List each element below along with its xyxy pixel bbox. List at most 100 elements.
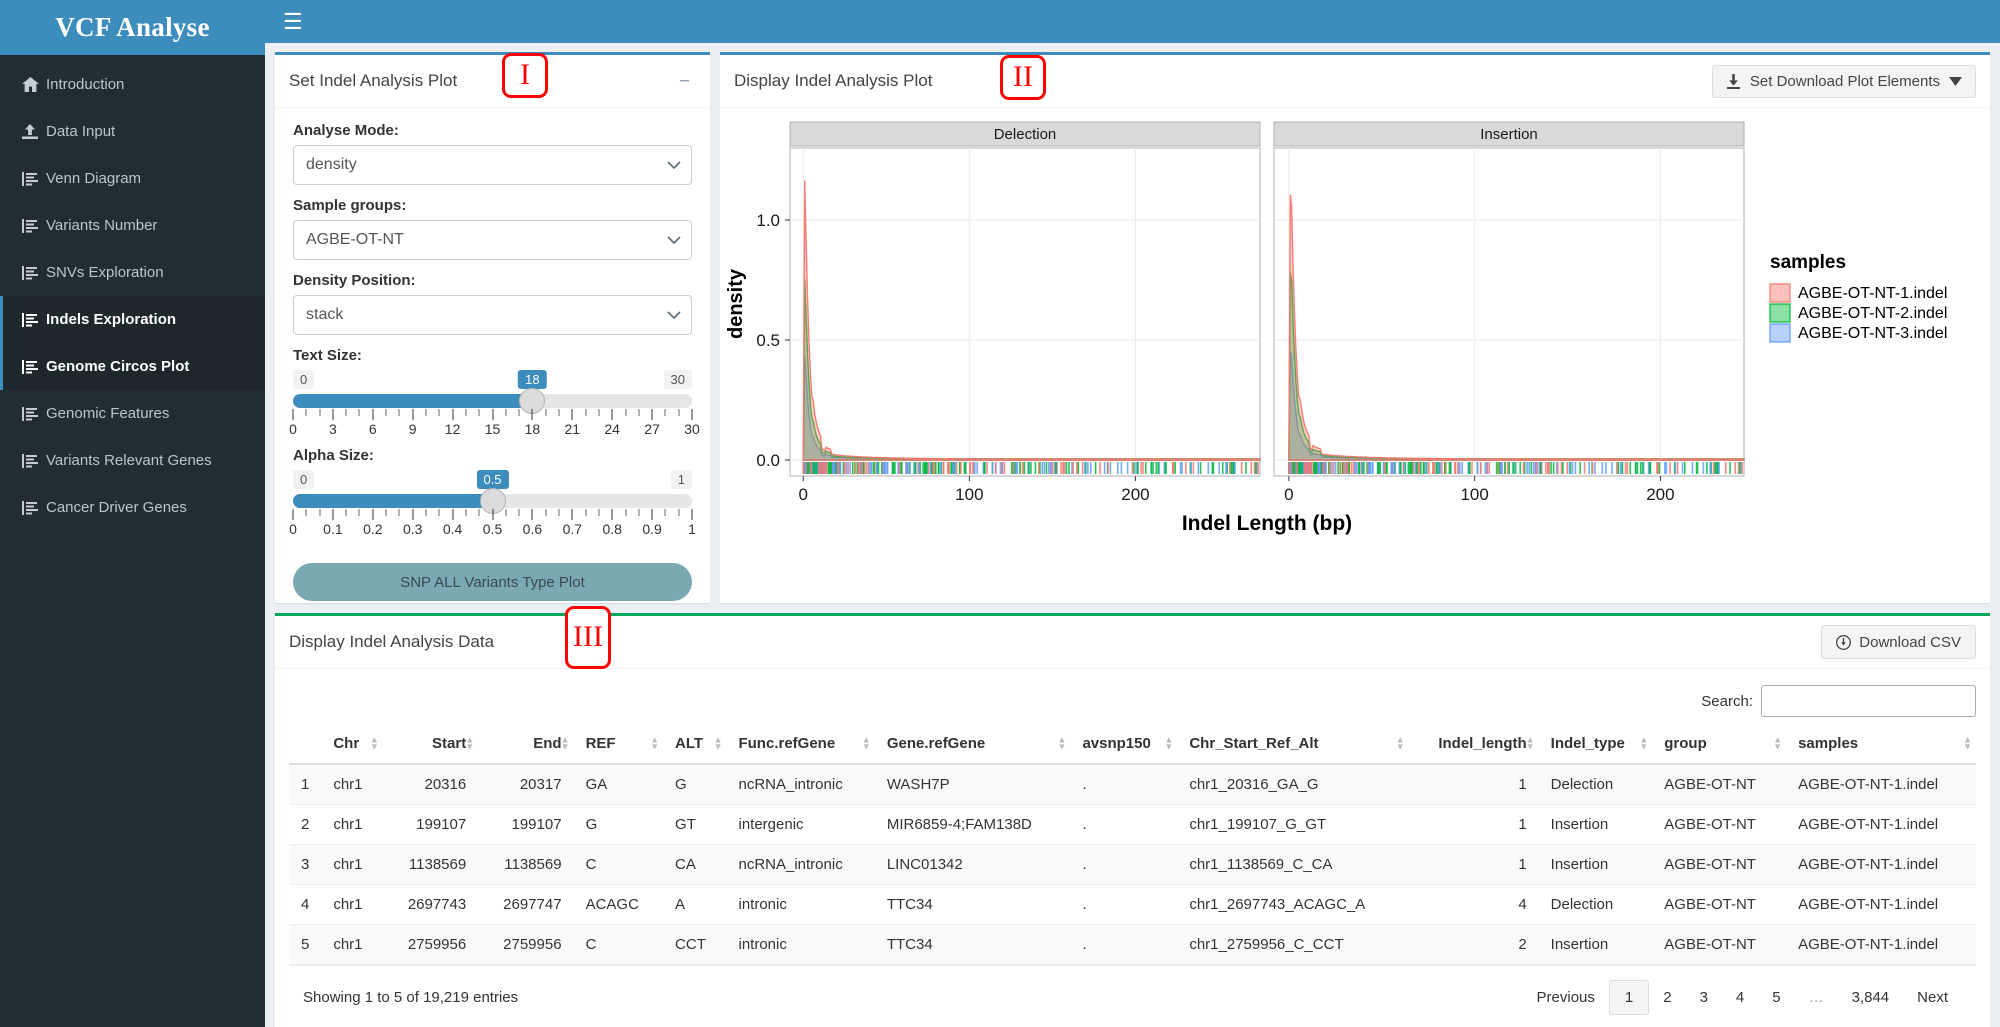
analyse-mode-select[interactable]: density [293,145,692,185]
alpha-size-tick-labels: 0 0.1 0.2 0.3 0.4 0.5 0.6 0.7 0.8 0.9 1 [289,521,696,541]
sidebar-item-data-input[interactable]: Data Input [0,108,265,155]
density-position-select[interactable]: stack [293,295,692,335]
slider-tick [305,509,307,516]
table-cell-samples: AGBE-OT-NT-1.indel [1786,764,1976,805]
pagination-next[interactable]: Next [1903,982,1962,1013]
set-download-plot-elements-button[interactable]: Set Download Plot Elements [1711,64,1976,98]
table-cell-avsnp: . [1070,844,1178,885]
table-header-ref[interactable]: REF ▲ ▼ [573,727,664,765]
table-cell-idx: 2 [289,804,322,845]
table-header-label: Gene.refGene [886,735,986,752]
hamburger-icon[interactable]: ☰ [283,10,303,33]
snp-all-variants-type-plot-button[interactable]: SNP ALL Variants Type Plot [293,563,692,601]
pagination-page-3,844[interactable]: 3,844 [1838,982,1904,1013]
sidebar-item-snvs-exploration[interactable]: SNVs Exploration [0,249,265,296]
pagination-previous[interactable]: Previous [1523,982,1609,1013]
collapse-button[interactable]: − [673,70,696,93]
alpha-size-track[interactable] [293,488,692,514]
table-header-label: group [1664,735,1707,752]
sidebar-item-cancer-driver-genes[interactable]: Cancer Driver Genes [0,484,265,531]
slider-tick [478,509,480,516]
sidebar-item-venn-diagram[interactable]: Venn Diagram [0,155,265,202]
search-input[interactable] [1761,685,1976,717]
table-cell-gene: MIR6859-4;FAM138D [874,804,1071,845]
slider-tick [492,509,493,520]
sidebar-item-variants-number[interactable]: Variants Number [0,202,265,249]
slider-tick [625,409,626,416]
table-row[interactable]: 4 chr1 2697743 2697747 ACAGC Aintronic TTC34. c… [289,884,1976,925]
slider-tick [385,409,387,416]
chart-bars-icon [21,406,39,421]
settings-panel-title: Set Indel Analysis Plot [289,71,458,90]
slider-tick [372,409,374,420]
table-cell-chr: chr1 [321,764,383,805]
chart-bars-icon [21,500,39,515]
alpha-size-max: 1 [670,470,692,489]
sidebar-item-indels-exploration[interactable]: Indels Exploration [0,296,265,343]
sidebar-item-label: Data Input [46,123,116,140]
slider-tick [345,509,347,516]
pagination-page-1[interactable]: 1 [1608,980,1650,1015]
svg-text:Delection: Delection [994,126,1057,143]
analyse-mode-value: density [306,156,357,173]
table-cell-csra: chr1_1138569_C_CA [1177,844,1409,885]
svg-text:AGBE-OT-NT-2.indel: AGBE-OT-NT-2.indel [1798,305,1947,322]
slider-tick [571,409,573,420]
pagination-page-4[interactable]: 4 [1722,982,1758,1013]
table-header-end[interactable]: End ▲ ▼ [478,727,574,765]
pagination-page-5[interactable]: 5 [1758,982,1794,1013]
chart-bars-icon [21,171,39,186]
table-header-alt[interactable]: ALT ▲ ▼ [663,727,727,765]
table-header-csra[interactable]: Chr_Start_Ref_Alt ▲ ▼ [1177,727,1409,765]
table-cell-itype: Insertion [1538,924,1653,965]
table-cell-ref: C [573,844,664,885]
sidebar-item-genome-circos-plot[interactable]: Genome Circos Plot [0,343,265,390]
text-size-slider[interactable]: 0 30 18 0 3 6 9 12 15 18 21 24 27 30 [289,370,700,441]
table-header-itype[interactable]: Indel_type ▲ ▼ [1538,727,1653,765]
table-cell-start: 2697743 [382,884,479,925]
plot-panel-header: Display Indel Analysis Plot II Set Downl… [720,55,1990,108]
sample-groups-select[interactable]: AGBE-OT-NT [293,220,692,260]
text-size-tick-labels: 0 3 6 9 12 15 18 21 24 27 30 [289,421,700,441]
slider-tick [412,509,414,520]
table-header-avsnp[interactable]: avsnp150 ▲ ▼ [1070,727,1178,765]
table-cell-csra: chr1_2697743_ACAGC_A [1177,884,1409,925]
text-size-track[interactable] [293,388,692,414]
slider-tick [385,509,387,516]
slider-tick [452,509,454,520]
sort-arrows-icon: ▲ ▼ [1963,734,1972,752]
text-size-ticks [292,409,693,420]
table-header-start[interactable]: Start ▲ ▼ [382,727,479,765]
indel-density-plot: Delection 0 100 200 Insertion 0 100 200 0.0 0.5 1.… [720,108,1990,598]
table-header-group[interactable]: group ▲ ▼ [1652,727,1787,765]
slider-tick [625,509,626,516]
table-header-samples[interactable]: samples ▲ ▼ [1786,727,1976,765]
table-row[interactable]: 3 chr1 1138569 1138569 C CA ncRNA_intronic LINC… [289,844,1976,885]
alpha-size-slider[interactable]: 0 1 0.5 0 0.1 0.2 0.3 0.4 0.5 0.6 0.7 0.8 0.9 1 [289,470,696,541]
table-row[interactable]: 5 chr1 2759956 2759956 C CCT intronic TTC34. chr… [289,924,1976,965]
pagination-page-3[interactable]: 3 [1686,982,1722,1013]
table-row[interactable]: 2 chr1 199107 199107 G GT intergenic MIR6859-4;… [289,804,1976,845]
table-header-func[interactable]: Func.refGene ▲ ▼ [726,727,875,765]
table-row[interactable]: 1 chr1 20316 20317 GA GncRNA_intronic WASH7P. c… [289,764,1976,805]
table-cell-ref: ACAGC [573,884,664,925]
sidebar-item-introduction[interactable]: Introduction [0,61,265,108]
sidebar-item-variants-relevant-genes[interactable]: Variants Relevant Genes [0,437,265,484]
sidebar-item-label: Cancer Driver Genes [46,499,187,516]
table-header-gene[interactable]: Gene.refGene ▲ ▼ [874,727,1071,765]
pagination-page-2[interactable]: 2 [1649,982,1685,1013]
table-header-ilen[interactable]: Indel_length ▲ ▼ [1408,727,1539,765]
chart-bars-icon [21,312,39,327]
sidebar-item-label: Introduction [46,76,125,93]
analyse-mode-label: Analyse Mode: [293,122,399,139]
table-info: Showing 1 to 5 of 19,219 entries [303,989,519,1006]
chevron-down-icon [667,160,681,170]
slider-tick [664,409,666,416]
sidebar-item-genomic-features[interactable]: Genomic Features [0,390,265,437]
table-cell-alt: CA [663,844,727,885]
search-label: Search: [1701,692,1753,710]
download-csv-button[interactable]: Download CSV [1821,625,1976,659]
table-cell-ilen: 2 [1408,924,1539,965]
sample-groups-value: AGBE-OT-NT [306,231,404,248]
table-header-chr[interactable]: Chr ▲ ▼ [321,727,383,765]
